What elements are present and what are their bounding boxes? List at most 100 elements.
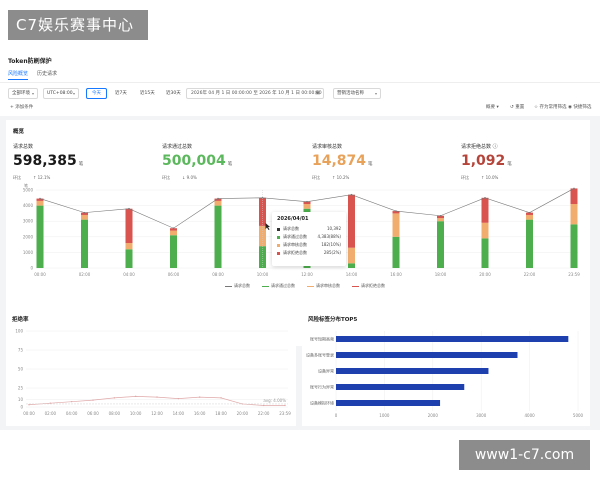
line-point[interactable] xyxy=(134,395,137,398)
y-tick-label: 2000 xyxy=(23,234,34,239)
legend-rejected[interactable]: 请求拒绝总数 xyxy=(352,283,385,289)
line-point[interactable] xyxy=(172,227,175,230)
bar-segment[interactable] xyxy=(570,204,578,225)
x-tick-label: 14:00 xyxy=(346,272,358,277)
bar-segment[interactable] xyxy=(81,219,88,268)
line-point[interactable] xyxy=(70,400,73,403)
bar-segment[interactable] xyxy=(214,200,222,206)
tag-bar[interactable] xyxy=(336,400,441,406)
legend-total[interactable]: 请求总数 xyxy=(225,283,250,289)
bar-segment[interactable] xyxy=(481,197,489,223)
range-15d-button[interactable]: 近15天 xyxy=(140,88,155,99)
bar-segment[interactable] xyxy=(303,204,311,209)
kpi-label: 请求审核总数 xyxy=(312,144,343,150)
y-tick-label: 25 xyxy=(18,386,24,391)
legend-passed[interactable]: 请求通过总数 xyxy=(262,283,295,289)
info-icon[interactable]: ⓘ xyxy=(493,144,498,150)
watermark-top: C7娱乐赛事中心 xyxy=(8,10,148,40)
line-point[interactable] xyxy=(395,210,397,212)
bar-segment[interactable] xyxy=(125,249,133,268)
bar-segment[interactable] xyxy=(125,243,133,250)
watermark-bottom: www1-c7.com xyxy=(459,440,590,470)
view-mode-button[interactable]: 概要 ▾ xyxy=(486,104,499,110)
rejection-rate-line-chart: 0 10 25 50 75 100 00:00 02:00 04:00 06:00 08:00 10:… xyxy=(15,329,291,417)
legend-review[interactable]: 请求审核总数 xyxy=(307,283,340,289)
bar-segment[interactable] xyxy=(526,214,533,220)
bar-segment[interactable] xyxy=(570,224,578,268)
tag-bar[interactable] xyxy=(336,336,569,342)
reset-icon: ↺ xyxy=(510,105,514,110)
x-tick-label: 2000 xyxy=(428,413,439,418)
bar-segment[interactable] xyxy=(81,214,88,220)
kpi-label: 请求总数 xyxy=(13,144,34,150)
line-point[interactable] xyxy=(83,211,86,214)
bar-segment[interactable] xyxy=(481,238,489,268)
bar-segment[interactable] xyxy=(392,236,400,268)
line-point[interactable] xyxy=(39,197,41,200)
line-point[interactable] xyxy=(92,399,94,401)
date-range-picker[interactable]: 2026年 04 月 1 日 00:00:00 至 2026 年 10 月 1 … xyxy=(186,88,324,99)
x-tick-label: 12:00 xyxy=(151,411,163,416)
line-point[interactable] xyxy=(113,397,116,399)
bar-segment[interactable] xyxy=(526,219,533,268)
range-30d-button[interactable]: 近30天 xyxy=(166,88,181,99)
line-point[interactable] xyxy=(439,214,442,217)
line-point[interactable] xyxy=(28,404,30,406)
bar-segment[interactable] xyxy=(570,188,578,205)
add-condition-button[interactable]: + 添加条件 xyxy=(10,104,33,110)
env-select[interactable]: 全部环境 ▾ xyxy=(8,88,38,99)
kpi-total-requests: 请求总数 598,385 笔 环比 ↑ 12.1% xyxy=(13,143,123,181)
line-point[interactable] xyxy=(220,397,222,399)
bar-segment[interactable] xyxy=(348,263,355,268)
range-7d-button[interactable]: 近7天 xyxy=(115,88,127,99)
y-tick-label: 账号短期高频 xyxy=(310,336,334,342)
line-point[interactable] xyxy=(217,197,219,200)
bar-segment[interactable] xyxy=(348,194,355,248)
bar-segment[interactable] xyxy=(481,222,489,239)
line-point[interactable] xyxy=(306,200,308,203)
line-point[interactable] xyxy=(262,404,265,407)
x-tick-label: 4000 xyxy=(525,413,536,418)
tag-bar[interactable] xyxy=(336,352,518,358)
eye-icon: ◉ xyxy=(568,105,572,110)
kpi-passed-requests: 请求通过总数 500,004 笔 环比 ↓ 9.0% xyxy=(162,143,272,181)
line-point[interactable] xyxy=(350,193,353,196)
line-point[interactable] xyxy=(128,207,130,210)
line-point[interactable] xyxy=(49,402,52,404)
tag-bar[interactable] xyxy=(336,384,465,390)
timezone-select[interactable]: UTC+08:00 ▾ xyxy=(43,88,79,99)
tab-history-requests[interactable]: 历史请求 xyxy=(37,70,57,77)
line-point[interactable] xyxy=(177,397,180,400)
save-filter-button[interactable]: ☆ 存为常用筛选 xyxy=(534,104,566,110)
line-point[interactable] xyxy=(156,396,158,398)
bar-segment[interactable] xyxy=(170,235,177,268)
bar-segment[interactable] xyxy=(170,230,177,236)
chart-tooltip: 2026/04/01 请求总数 10,392 请求通过总数 4,383(88%) 请… xyxy=(272,212,346,266)
quick-filter-button[interactable]: ◉ 快捷筛选 xyxy=(568,104,591,110)
kpi-value: 500,004 笔 xyxy=(162,153,233,169)
kpi-value: 598,385 笔 xyxy=(13,153,84,169)
bar-segment[interactable] xyxy=(392,213,400,237)
bar-segment[interactable] xyxy=(348,247,355,264)
bar-segment[interactable] xyxy=(36,205,44,268)
reset-button[interactable]: ↺ 重置 xyxy=(510,104,524,110)
bar-segment[interactable] xyxy=(125,208,133,244)
line-point[interactable] xyxy=(284,404,286,407)
bar-segment[interactable] xyxy=(437,218,444,222)
activity-select[interactable]: 营销活动名称 ▾ xyxy=(333,88,381,99)
bar-segment[interactable] xyxy=(36,200,44,206)
bar-segment[interactable] xyxy=(214,205,222,268)
series-color-dot xyxy=(277,235,280,239)
line-point[interactable] xyxy=(573,187,575,190)
x-tick-label: 04:00 xyxy=(66,411,78,416)
line-point[interactable] xyxy=(484,197,486,199)
tab-risk-overview[interactable]: 风险概览 xyxy=(8,70,29,80)
x-tick-label: 12:00 xyxy=(301,272,313,277)
tag-bar[interactable] xyxy=(336,368,489,374)
range-today-button[interactable]: 今天 xyxy=(86,88,107,99)
bar-segment[interactable] xyxy=(437,221,444,268)
line-point[interactable] xyxy=(198,396,201,398)
series-color-dot xyxy=(277,227,280,231)
line-point[interactable] xyxy=(528,211,531,214)
overview-title: 概览 xyxy=(13,129,25,135)
